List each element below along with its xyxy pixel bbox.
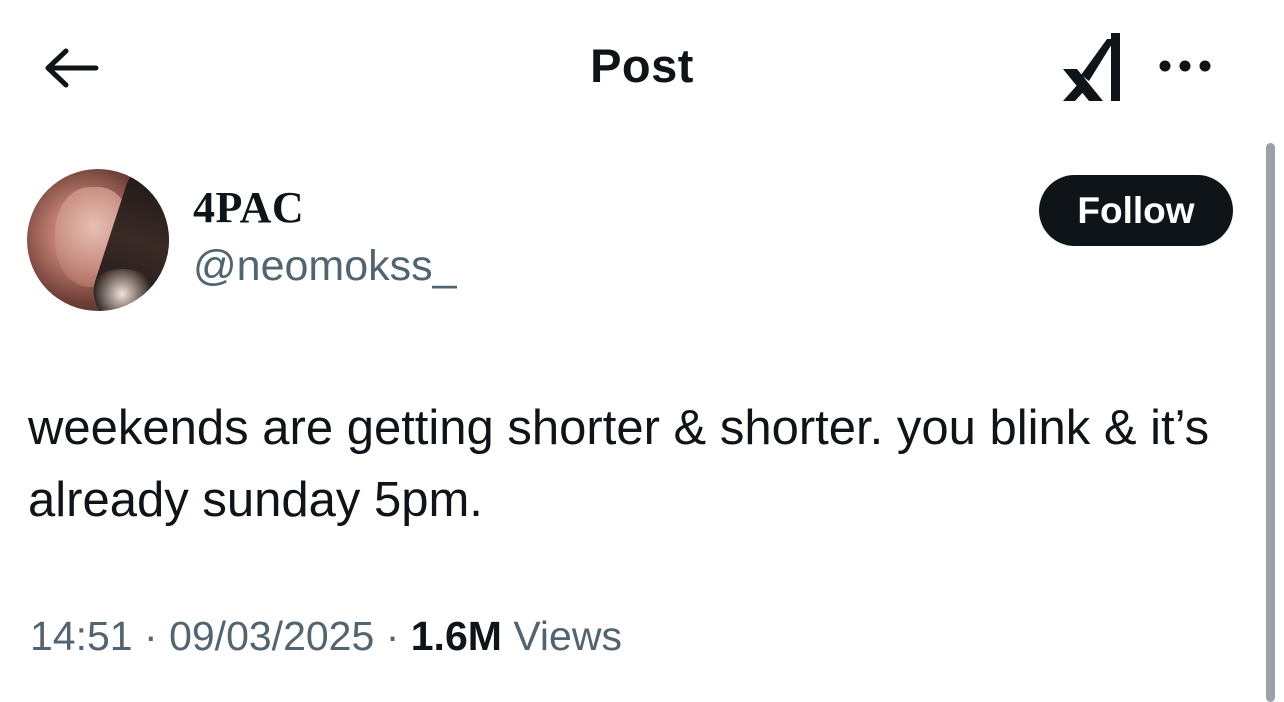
- scrollbar[interactable]: [1266, 143, 1275, 702]
- more-horizontal-icon: [1159, 60, 1211, 72]
- top-bar: Post: [0, 0, 1284, 135]
- views-label[interactable]: Views: [513, 613, 622, 659]
- avatar[interactable]: [27, 169, 169, 311]
- grok-button[interactable]: [1055, 28, 1129, 106]
- grok-icon: [1063, 33, 1120, 101]
- post-time[interactable]: 14:51: [30, 613, 133, 659]
- author-display-name[interactable]: 4PAC: [193, 186, 304, 230]
- views-count[interactable]: 1.6M: [411, 613, 502, 659]
- meta-separator: ·: [144, 613, 158, 659]
- avatar-highlight: [87, 269, 157, 311]
- author-handle[interactable]: @neomokss_: [193, 245, 457, 288]
- more-options-button[interactable]: [1150, 44, 1220, 88]
- follow-button[interactable]: Follow: [1039, 175, 1233, 246]
- post-text: weekends are getting shorter & shorter. …: [28, 401, 1210, 527]
- post-date[interactable]: 09/03/2025: [169, 613, 374, 659]
- meta-separator: ·: [385, 613, 400, 659]
- post-meta: 14:51 · 09/03/2025 · 1.6M Views: [30, 616, 622, 657]
